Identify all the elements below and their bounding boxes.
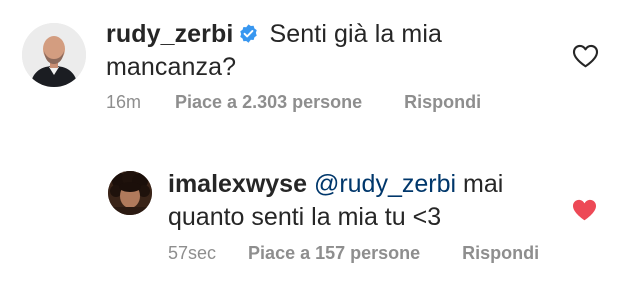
comment-1-time: 16m xyxy=(106,92,142,112)
comment-2-reply-button[interactable]: Rispondi xyxy=(462,243,539,264)
avatar-imalexwyse[interactable] xyxy=(108,171,152,215)
comment-2-time: 57sec xyxy=(168,243,217,263)
heart-outline-icon[interactable] xyxy=(572,44,599,68)
comment-2-meta: 57sec Piace a 157 persone Rispondi xyxy=(168,243,539,264)
heart-filled-icon[interactable] xyxy=(571,198,598,222)
avatar-photo-icon xyxy=(108,171,152,215)
comment-2-mention[interactable]: @rudy_zerbi xyxy=(314,170,456,198)
comment-1-likes-link[interactable]: Piace a 2.303 persone xyxy=(175,92,362,113)
comment-1-reply-button[interactable]: Rispondi xyxy=(404,92,481,113)
comment-2-username[interactable]: imalexwyse xyxy=(168,170,307,198)
comment-1-body: rudy_zerbi Senti già la mia mancanza? xyxy=(106,18,546,84)
comment-1-username[interactable]: rudy_zerbi xyxy=(106,20,233,48)
comment-2-body: imalexwyse @rudy_zerbi mai quanto senti … xyxy=(168,168,568,234)
avatar-photo-icon xyxy=(22,23,86,87)
comment-1-meta: 16m Piace a 2.303 persone Rispondi xyxy=(106,92,481,113)
comment-2-likes-link[interactable]: Piace a 157 persone xyxy=(248,243,420,264)
verified-badge-icon xyxy=(240,24,258,43)
avatar-rudy-zerbi[interactable] xyxy=(22,23,86,87)
